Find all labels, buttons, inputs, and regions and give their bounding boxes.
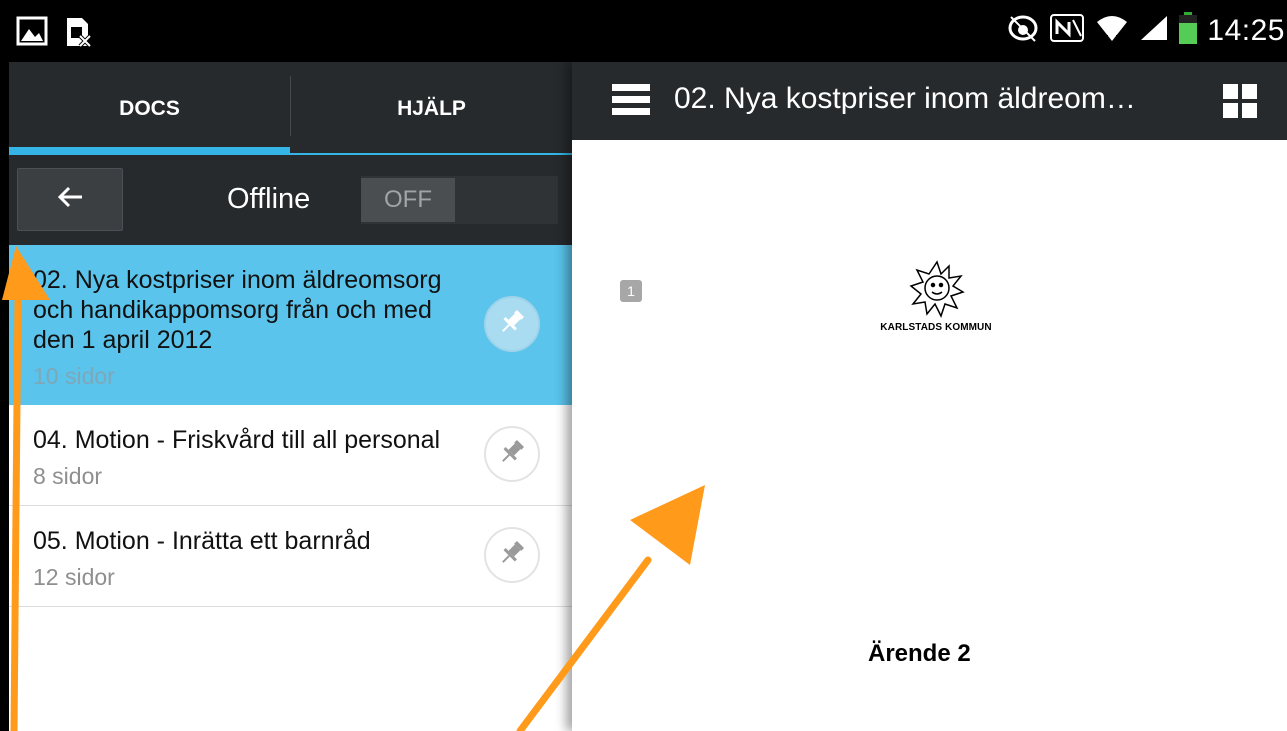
documents-pane: DOCS HJÄLP Offline OFF 02. Nya kostprise… xyxy=(9,62,572,731)
signal-icon xyxy=(1139,14,1169,47)
document-page[interactable]: 1 KARLSTADS KOMMUN Ärende 2 xyxy=(572,140,1287,731)
pin-icon xyxy=(497,307,527,342)
clock: 14:25 xyxy=(1207,13,1285,47)
viewer-toolbar: 02. Nya kostpriser inom äldreom… xyxy=(572,62,1287,140)
list-item[interactable]: 05. Motion - Inrätta ett barnråd 12 sido… xyxy=(9,506,572,607)
menu-icon[interactable] xyxy=(612,82,650,123)
battery-icon xyxy=(1179,12,1198,49)
document-pages: 10 sidor xyxy=(33,363,115,389)
back-button[interactable] xyxy=(17,168,123,231)
eye-icon xyxy=(1007,13,1039,48)
case-title: Ärende 2 xyxy=(868,640,971,667)
pin-button[interactable] xyxy=(484,527,540,583)
offline-toggle-knob[interactable]: OFF xyxy=(361,178,455,222)
tab-docs[interactable]: DOCS xyxy=(9,62,290,155)
document-title: 05. Motion - Inrätta ett barnråd xyxy=(33,527,371,555)
screen: 14:25 DOCS HJÄLP Offline OFF 02. Nya kos… xyxy=(0,0,1287,731)
sim-blocked-icon xyxy=(64,16,92,53)
status-bar: 14:25 xyxy=(0,0,1287,62)
page-number-badge: 1 xyxy=(620,280,642,302)
offline-label: Offline xyxy=(227,183,311,215)
document-list: 02. Nya kostpriser inom äldreomsorg och … xyxy=(9,245,572,607)
wifi-icon xyxy=(1095,13,1129,48)
arrow-left-icon xyxy=(56,185,84,214)
document-title: 02. Nya kostpriser inom äldreomsorg och … xyxy=(33,266,442,354)
offline-bar: Offline OFF xyxy=(9,155,572,245)
nfc-icon xyxy=(1049,12,1085,49)
document-title: 04. Motion - Friskvård till all personal xyxy=(33,426,441,454)
organization-name: KARLSTADS KOMMUN xyxy=(880,322,992,333)
tab-help[interactable]: HJÄLP xyxy=(291,62,572,155)
pin-icon xyxy=(497,437,527,472)
pin-icon xyxy=(497,538,527,573)
pin-button[interactable] xyxy=(484,426,540,482)
document-viewer: 02. Nya kostpriser inom äldreom… 1 KARLS… xyxy=(572,62,1287,731)
list-item[interactable]: 02. Nya kostpriser inom äldreomsorg och … xyxy=(9,245,572,405)
document-pages: 12 sidor xyxy=(33,564,115,590)
gallery-icon xyxy=(16,16,48,53)
tab-bar: DOCS HJÄLP xyxy=(9,62,572,155)
viewer-title: 02. Nya kostpriser inom äldreom… xyxy=(674,82,1136,115)
tab-indicator xyxy=(9,147,290,155)
list-item[interactable]: 04. Motion - Friskvård till all personal… xyxy=(9,405,572,506)
document-pages: 8 sidor xyxy=(33,463,103,489)
sun-logo-icon xyxy=(907,258,967,323)
pin-button[interactable] xyxy=(484,296,540,352)
grid-icon[interactable] xyxy=(1223,84,1257,123)
offline-toggle[interactable]: OFF xyxy=(361,176,558,224)
